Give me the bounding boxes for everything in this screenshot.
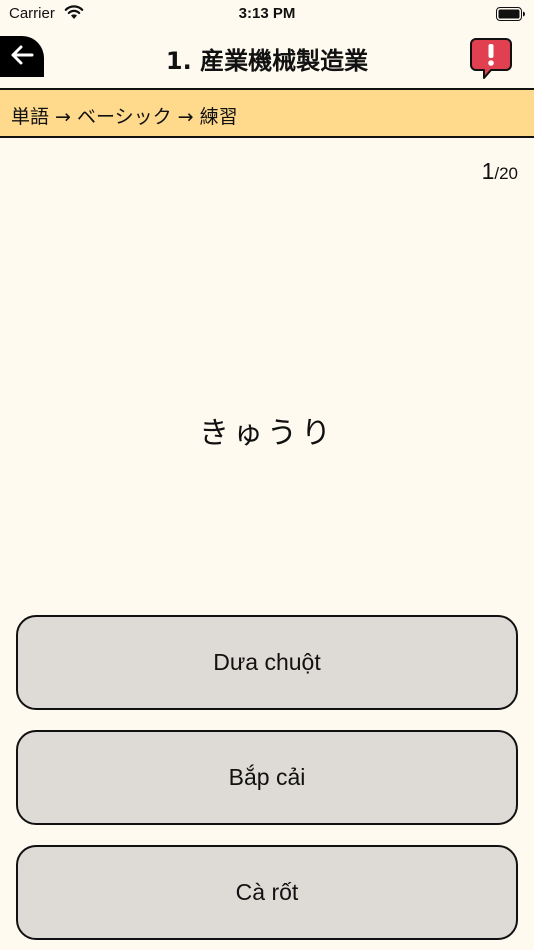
exclamation-speech-bubble-icon bbox=[470, 38, 512, 83]
nav-bar: 1. 産業機械製造業 bbox=[0, 33, 534, 88]
answer-option-1[interactable]: Dưa chuột bbox=[16, 615, 518, 710]
breadcrumb-bar: 単語 → ベーシック → 練習 bbox=[0, 88, 534, 138]
status-time: 3:13 PM bbox=[238, 5, 296, 22]
progress-current: 1 bbox=[481, 158, 495, 184]
answer-option-3[interactable]: Cà rốt bbox=[16, 845, 518, 940]
status-bar: Carrier 3:13 PM bbox=[0, 0, 534, 28]
page-title: 1. 産業機械製造業 bbox=[165, 47, 369, 75]
battery-icon bbox=[496, 6, 526, 25]
question-word: きゅうり bbox=[199, 416, 335, 451]
progress-counter: 1/20 bbox=[482, 158, 518, 185]
breadcrumb: 単語 → ベーシック → 練習 bbox=[11, 106, 238, 128]
report-button[interactable] bbox=[470, 37, 512, 79]
answer-option-2[interactable]: Bắp cải bbox=[16, 730, 518, 825]
progress-total: /20 bbox=[494, 164, 518, 183]
